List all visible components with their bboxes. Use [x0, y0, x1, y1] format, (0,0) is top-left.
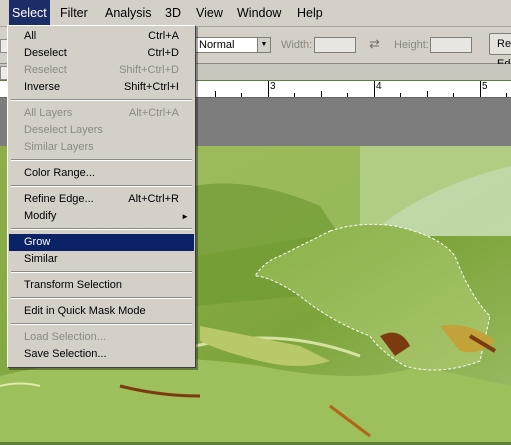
menu-view[interactable]: View	[193, 0, 226, 26]
menu-item-label: Reselect	[24, 64, 67, 76]
menu-item-similar-layers: Similar Layers	[9, 139, 194, 156]
menu-item-color-range[interactable]: Color Range...	[9, 165, 194, 182]
height-field[interactable]	[430, 37, 472, 53]
ruler-number: 4	[376, 81, 382, 92]
menu-item-label: Save Selection...	[24, 348, 107, 360]
swap-dimensions-icon[interactable]: ⇄	[369, 36, 380, 52]
menu-separator	[11, 297, 192, 299]
menu-item-load-selection: Load Selection...	[9, 329, 194, 346]
menu-item-quick-mask[interactable]: Edit in Quick Mask Mode	[9, 303, 194, 320]
submenu-arrow-icon: ►	[181, 212, 189, 221]
ruler-tick	[215, 91, 216, 97]
ruler-tick	[347, 93, 348, 97]
menu-item-similar[interactable]: Similar	[9, 251, 194, 268]
menu-item-shortcut: Shift+Ctrl+D	[119, 64, 179, 76]
ruler-tick	[453, 93, 454, 97]
ruler-tick	[506, 93, 507, 97]
menu-separator	[11, 323, 192, 325]
menu-3d[interactable]: 3D	[162, 0, 184, 26]
menu-item-label: Similar Layers	[24, 141, 94, 153]
menu-item-label: Load Selection...	[24, 331, 106, 343]
menu-separator	[11, 228, 192, 230]
menu-item-grow[interactable]: Grow	[9, 234, 194, 251]
menu-help[interactable]: Help	[294, 0, 326, 26]
menu-item-shortcut: Alt+Ctrl+A	[128, 107, 179, 119]
menu-item-refine-edge[interactable]: Refine Edge... Alt+Ctrl+R	[9, 191, 194, 208]
style-select[interactable]: Normal ▼	[195, 37, 271, 53]
ruler-number: 5	[482, 81, 488, 92]
ruler-tick	[241, 93, 242, 97]
menu-item-reselect: Reselect Shift+Ctrl+D	[9, 62, 194, 79]
menu-item-modify[interactable]: Modify ►	[9, 208, 194, 225]
menu-item-all[interactable]: All Ctrl+A	[9, 28, 194, 45]
ruler-tick	[294, 93, 295, 97]
menu-item-deselect-layers: Deselect Layers	[9, 122, 194, 139]
menu-filter[interactable]: Filter	[57, 0, 91, 26]
menu-item-shortcut: Alt+Ctrl+R	[128, 193, 179, 205]
menu-separator	[11, 185, 192, 187]
menu-separator	[11, 99, 192, 101]
height-label: Height:	[394, 39, 429, 51]
menu-item-all-layers: All Layers Alt+Ctrl+A	[9, 105, 194, 122]
ruler-tick	[480, 81, 481, 97]
select-menu-dropdown: All Ctrl+A Deselect Ctrl+D Reselect Shift+C…	[7, 25, 196, 368]
menu-analysis[interactable]: Analysis	[102, 0, 155, 26]
ruler-tick	[374, 81, 375, 97]
menu-item-label: Similar	[24, 253, 58, 265]
menu-item-label: All Layers	[24, 107, 73, 119]
ruler-tick	[400, 93, 401, 97]
width-label: Width:	[281, 39, 313, 51]
menu-item-label: Deselect Layers	[24, 124, 103, 136]
menu-item-shortcut: Ctrl+A	[148, 30, 179, 42]
menu-item-transform-selection[interactable]: Transform Selection	[9, 277, 194, 294]
ruler-tick	[427, 91, 428, 97]
ruler-tick	[321, 91, 322, 97]
menu-bar: Select Filter Analysis 3D View Window He…	[0, 0, 511, 27]
menu-item-shortcut: Shift+Ctrl+I	[123, 81, 179, 93]
menu-item-shortcut: Ctrl+D	[147, 47, 179, 59]
menu-select[interactable]: Select	[9, 0, 50, 26]
menu-item-label: Inverse	[24, 81, 61, 93]
menu-item-label: Color Range...	[24, 167, 95, 179]
menu-item-save-selection[interactable]: Save Selection...	[9, 346, 194, 363]
menu-item-label: Grow	[24, 236, 51, 248]
menu-separator	[11, 271, 192, 273]
menu-item-label: Transform Selection	[24, 279, 123, 291]
menu-item-label: Modify	[24, 210, 57, 222]
menu-item-label: All	[24, 30, 37, 42]
style-select-value: Normal	[199, 39, 235, 51]
menu-item-label: Refine Edge...	[24, 193, 94, 205]
menu-item-deselect[interactable]: Deselect Ctrl+D	[9, 45, 194, 62]
menu-item-label: Deselect	[24, 47, 67, 59]
width-field[interactable]	[314, 37, 356, 53]
menu-separator	[11, 159, 192, 161]
chevron-down-icon[interactable]: ▼	[257, 38, 270, 52]
refine-edge-button[interactable]: Refine Edge...	[489, 33, 511, 70]
menu-item-inverse[interactable]: Inverse Shift+Ctrl+I	[9, 79, 194, 96]
menu-item-label: Edit in Quick Mask Mode	[24, 305, 146, 317]
ruler-number: 3	[270, 81, 276, 92]
ruler-tick	[268, 81, 269, 97]
menu-window[interactable]: Window	[234, 0, 284, 26]
